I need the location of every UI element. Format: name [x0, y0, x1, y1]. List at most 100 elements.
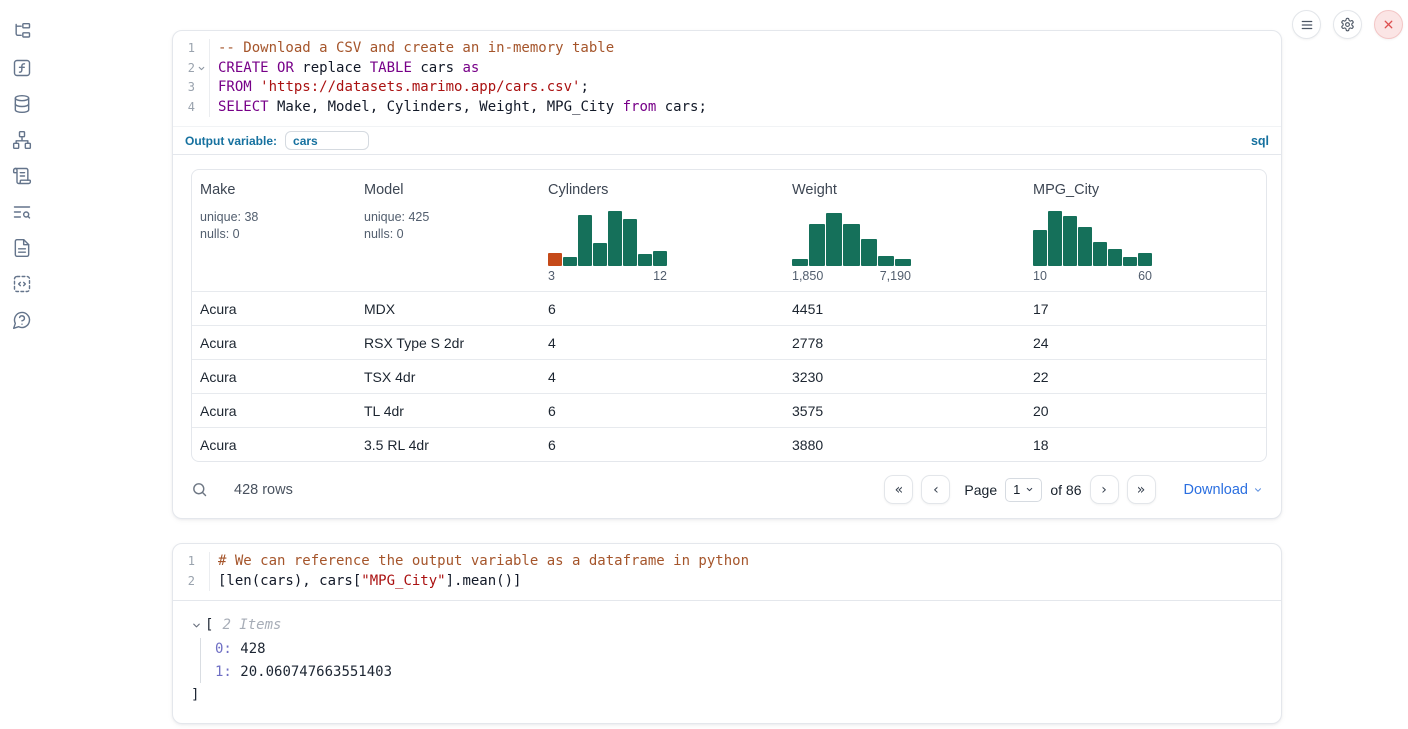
output-entry: 0: 428 — [215, 638, 1263, 661]
file-tree-icon[interactable] — [12, 22, 32, 42]
help-icon[interactable] — [12, 310, 32, 330]
download-button[interactable]: Download — [1184, 482, 1264, 498]
table-cell: TSX 4dr — [356, 359, 540, 393]
line-number: 2 — [173, 59, 195, 79]
table-cell: 6 — [540, 291, 784, 325]
table-cell: 2778 — [784, 325, 1025, 359]
hist-bar — [826, 213, 842, 266]
chevron-down-icon — [1025, 485, 1034, 494]
logs-icon[interactable] — [12, 166, 32, 186]
hist-bar — [638, 254, 652, 266]
gear-icon — [1340, 17, 1355, 32]
database-icon[interactable] — [12, 94, 32, 114]
output-variable-label: Output variable: — [185, 134, 277, 148]
hist-bar — [861, 239, 877, 266]
table-row[interactable]: AcuraTL 4dr6357520 — [192, 393, 1266, 427]
first-page-button[interactable]: « — [884, 475, 913, 504]
hist-bar — [623, 219, 637, 266]
column-header-mpg-city[interactable]: MPG_City 10 60 — [1025, 170, 1266, 291]
table-cell: RSX Type S 2dr — [356, 325, 540, 359]
column-header-cylinders[interactable]: Cylinders 3 12 — [540, 170, 784, 291]
output-variable-row: Output variable: sql — [173, 126, 1281, 155]
page-label: Page — [964, 482, 997, 498]
code-line[interactable]: 4SELECT Make, Model, Cylinders, Weight, … — [173, 98, 1281, 118]
hist-max-label: 12 — [653, 269, 667, 283]
items-count-label: 2 Items — [222, 617, 281, 633]
code-line[interactable]: 2CREATE OR replace TABLE cars as — [173, 59, 1281, 79]
table-row[interactable]: AcuraMDX6445117 — [192, 291, 1266, 325]
hist-bar — [1138, 253, 1152, 266]
hist-bar — [578, 215, 592, 266]
line-number: 1 — [173, 39, 195, 59]
hist-bar — [563, 257, 577, 266]
fold-chevron-icon[interactable] — [195, 59, 208, 79]
hist-bar — [653, 251, 667, 266]
next-page-button[interactable]: › — [1090, 475, 1119, 504]
close-button[interactable] — [1374, 10, 1403, 39]
python-output: [ 2 Items 0: 4281: 20.060747663551403 ] — [173, 601, 1281, 723]
table-cell: TL 4dr — [356, 393, 540, 427]
hist-bar — [895, 259, 911, 266]
line-number: 1 — [173, 552, 195, 572]
text-search-icon[interactable] — [12, 202, 32, 222]
python-code-editor[interactable]: 1# We can reference the output variable … — [173, 544, 1281, 600]
search-icon[interactable] — [191, 481, 208, 498]
mpg-city-histogram: 10 60 — [1033, 210, 1258, 283]
output-entries: 0: 4281: 20.060747663551403 — [200, 638, 1263, 683]
table-row[interactable]: AcuraRSX Type S 2dr4277824 — [192, 325, 1266, 359]
table-cell: 6 — [540, 427, 784, 461]
table-row[interactable]: Acura3.5 RL 4dr6388018 — [192, 427, 1266, 461]
output-variable-input[interactable] — [285, 131, 369, 150]
snippets-icon[interactable] — [12, 274, 32, 294]
dependency-graph-icon[interactable] — [12, 130, 32, 150]
table-cell: 4451 — [784, 291, 1025, 325]
table-cell: Acura — [192, 427, 356, 461]
hist-bar — [843, 224, 859, 266]
hist-max-label: 7,190 — [880, 269, 911, 283]
column-header-model[interactable]: Model unique: 425 nulls: 0 — [356, 170, 540, 291]
hist-bar — [548, 253, 562, 266]
table-cell: 18 — [1025, 427, 1266, 461]
column-header-make[interactable]: Make unique: 38 nulls: 0 — [192, 170, 356, 291]
hist-bar — [1063, 216, 1077, 266]
hist-bar — [1048, 211, 1062, 266]
previous-page-button[interactable]: ‹ — [921, 475, 950, 504]
collapse-chevron-icon[interactable] — [191, 620, 202, 631]
code-line[interactable]: 1# We can reference the output variable … — [173, 552, 1281, 572]
table-cell: 3575 — [784, 393, 1025, 427]
column-stat: nulls: 0 — [200, 226, 348, 243]
page-total-label: of 86 — [1050, 482, 1081, 498]
page-select[interactable]: 1 — [1005, 478, 1042, 502]
language-badge: sql — [1251, 134, 1269, 148]
table-cell: 4 — [540, 325, 784, 359]
sql-cell: 1-- Download a CSV and create an in-memo… — [172, 30, 1282, 519]
hist-bar — [593, 243, 607, 266]
table-cell: MDX — [356, 291, 540, 325]
column-header-weight[interactable]: Weight 1,850 7,190 — [784, 170, 1025, 291]
document-icon[interactable] — [12, 238, 32, 258]
hist-bar — [1123, 257, 1137, 266]
table-footer: 428 rows « ‹ Page 1 of 86 › » Download — [173, 464, 1281, 518]
hist-min-label: 10 — [1033, 269, 1047, 283]
table-cell: 3880 — [784, 427, 1025, 461]
table-row[interactable]: AcuraTSX 4dr4323022 — [192, 359, 1266, 393]
line-number: 3 — [173, 78, 195, 98]
code-line[interactable]: 3FROM 'https://datasets.marimo.app/cars.… — [173, 78, 1281, 98]
notebook: 1-- Download a CSV and create an in-memo… — [172, 30, 1282, 724]
code-line[interactable]: 1-- Download a CSV and create an in-memo… — [173, 39, 1281, 59]
data-table: Make unique: 38 nulls: 0 Model unique: 4… — [191, 169, 1267, 462]
last-page-button[interactable]: » — [1127, 475, 1156, 504]
variables-icon[interactable] — [12, 58, 32, 78]
settings-button[interactable] — [1333, 10, 1362, 39]
table-output: Make unique: 38 nulls: 0 Model unique: 4… — [173, 155, 1281, 464]
chevron-down-icon — [1253, 485, 1263, 495]
table-cell: 4 — [540, 359, 784, 393]
table-cell: 3.5 RL 4dr — [356, 427, 540, 461]
menu-button[interactable] — [1292, 10, 1321, 39]
open-bracket: [ — [205, 617, 213, 633]
code-line[interactable]: 2[len(cars), cars["MPG_City"].mean()] — [173, 572, 1281, 592]
hist-bar — [878, 256, 894, 266]
sql-code-editor[interactable]: 1-- Download a CSV and create an in-memo… — [173, 31, 1281, 126]
sidebar — [0, 0, 44, 330]
table-cell: 3230 — [784, 359, 1025, 393]
